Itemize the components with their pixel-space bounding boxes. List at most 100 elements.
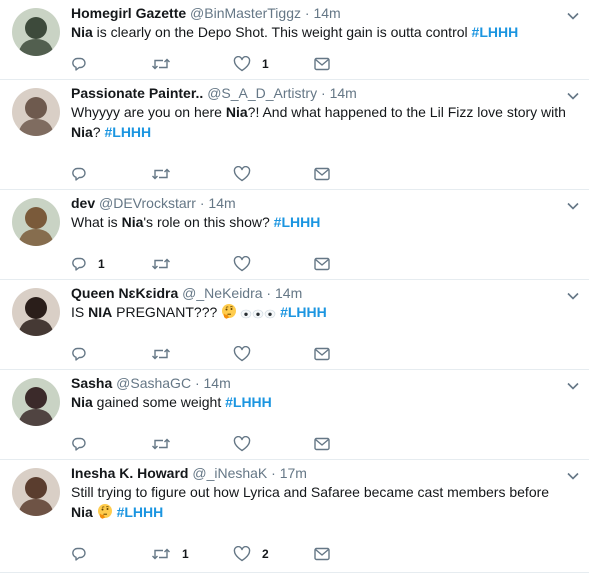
chevron-down-icon[interactable] (567, 468, 579, 480)
hashtag-link[interactable]: #LHHH (280, 304, 327, 320)
dm-icon (314, 257, 330, 271)
like-button[interactable] (233, 165, 262, 183)
display-name[interactable]: dev (71, 195, 95, 211)
highlighted-term: Nia (71, 394, 93, 410)
dm-button[interactable] (314, 55, 330, 73)
hashtag-link[interactable]: #LHHH (225, 394, 272, 410)
user-handle[interactable]: @DEVrockstarr (99, 195, 196, 211)
tweet-header: Sasha @SashaGC · 14m (71, 374, 557, 392)
dm-icon (314, 547, 330, 561)
reply-button[interactable] (71, 165, 98, 183)
text-run: gained some weight (92, 394, 226, 410)
tweet[interactable]: Queen NɛKɛidra @_NeKeidra · 14m IS NIA PR… (0, 280, 589, 370)
display-name[interactable]: Sasha (71, 375, 112, 391)
chevron-down-icon[interactable] (567, 378, 579, 390)
text-run: PREGNANT??? (112, 304, 222, 320)
retweet-button[interactable] (151, 255, 182, 273)
reply-icon (71, 166, 87, 182)
display-name[interactable]: Inesha K. Howard (71, 465, 188, 481)
separator-dot: · (195, 195, 209, 211)
highlighted-term: Nia (71, 24, 93, 40)
tweet-text: IS NIA PREGNANT??? #LHHH (71, 302, 573, 324)
timestamp[interactable]: 14m (275, 285, 302, 301)
text-run: What is (71, 214, 122, 230)
retweet-button[interactable] (151, 165, 182, 183)
retweet-button[interactable]: 1 (151, 545, 189, 563)
user-handle[interactable]: @_NeKeidra (182, 285, 262, 301)
display-name[interactable]: Passionate Painter.. (71, 85, 203, 101)
avatar[interactable] (12, 468, 60, 516)
highlighted-term: Nia (71, 504, 93, 520)
dm-button[interactable] (314, 345, 330, 363)
avatar[interactable] (12, 88, 60, 136)
reply-button[interactable] (71, 345, 98, 363)
reply-button[interactable] (71, 545, 98, 563)
separator-dot: · (300, 5, 314, 21)
like-button[interactable]: 2 (233, 545, 269, 563)
display-name[interactable]: Queen NɛKɛidra (71, 285, 178, 301)
retweet-button[interactable] (151, 435, 182, 453)
chevron-down-icon[interactable] (567, 288, 579, 300)
tweet-text: Nia gained some weight #LHHH (71, 392, 573, 412)
text-run: is clearly on the Depo Shot. This weight… (92, 24, 472, 40)
text-run: ?! And what happened to the Lil Fizz lov… (247, 104, 566, 120)
like-icon (233, 56, 251, 72)
reply-button[interactable] (71, 55, 98, 73)
chevron-down-icon[interactable] (567, 198, 579, 210)
reply-icon (71, 546, 87, 562)
timestamp[interactable]: 14m (204, 375, 231, 391)
like-count: 1 (262, 57, 269, 71)
tweet-actions: 1 (71, 255, 371, 273)
retweet-button[interactable] (151, 345, 182, 363)
chevron-down-icon[interactable] (567, 8, 579, 20)
tweet-header: Passionate Painter.. @S_A_D_Artistry · 1… (71, 84, 557, 102)
timestamp[interactable]: 14m (330, 85, 357, 101)
tweet[interactable]: Sasha @SashaGC · 14m Nia gained some weig… (0, 370, 589, 460)
avatar[interactable] (12, 378, 60, 426)
chevron-down-icon[interactable] (567, 88, 579, 100)
user-handle[interactable]: @_iNeshaK (192, 465, 267, 481)
display-name[interactable]: Homegirl Gazette (71, 5, 186, 21)
user-handle[interactable]: @BinMasterTiggz (190, 5, 301, 21)
tweet[interactable]: Homegirl Gazette @BinMasterTiggz · 14m Ni… (0, 0, 589, 80)
reply-button[interactable] (71, 435, 98, 453)
avatar[interactable] (12, 198, 60, 246)
like-button[interactable]: 1 (233, 55, 269, 73)
timestamp[interactable]: 14m (208, 195, 235, 211)
user-handle[interactable]: @S_A_D_Artistry (207, 85, 317, 101)
avatar[interactable] (12, 8, 60, 56)
text-run: Still trying to figure out how Lyrica an… (71, 484, 550, 500)
hashtag-link[interactable]: #LHHH (274, 214, 321, 230)
retweet-icon (151, 256, 171, 272)
dm-button[interactable] (314, 435, 330, 453)
tweet[interactable]: dev @DEVrockstarr · 14m What is Nia's rol… (0, 190, 589, 280)
like-icon (233, 166, 251, 182)
highlighted-term: NIA (88, 304, 113, 320)
dm-button[interactable] (314, 165, 330, 183)
separator-dot: · (317, 85, 330, 101)
tweet[interactable]: Inesha K. Howard @_iNeshaK · 17m Still tr… (0, 460, 589, 573)
like-button[interactable] (233, 435, 262, 453)
like-button[interactable] (233, 345, 262, 363)
user-handle[interactable]: @SashaGC (116, 375, 191, 391)
retweet-icon (151, 546, 171, 562)
avatar[interactable] (12, 288, 60, 336)
dm-button[interactable] (314, 255, 330, 273)
tweet-header: Inesha K. Howard @_iNeshaK · 17m (71, 464, 557, 482)
timestamp[interactable]: 14m (313, 5, 340, 21)
hashtag-link[interactable]: #LHHH (104, 124, 151, 140)
highlighted-term: Nia (225, 104, 248, 120)
reply-button[interactable]: 1 (71, 255, 105, 273)
tweet[interactable]: Passionate Painter.. @S_A_D_Artistry · 1… (0, 80, 589, 190)
tweet-text: Nia is clearly on the Depo Shot. This we… (71, 22, 573, 42)
like-button[interactable] (233, 255, 262, 273)
reply-icon (71, 346, 87, 362)
retweet-button[interactable] (151, 55, 182, 73)
dm-button[interactable] (314, 545, 330, 563)
separator-dot: · (191, 375, 204, 391)
text-run: 's role on this show? (143, 214, 274, 230)
timestamp[interactable]: 17m (280, 465, 307, 481)
hashtag-link[interactable]: #LHHH (117, 504, 164, 520)
hashtag-link[interactable]: #LHHH (472, 24, 519, 40)
separator-dot: · (262, 285, 275, 301)
